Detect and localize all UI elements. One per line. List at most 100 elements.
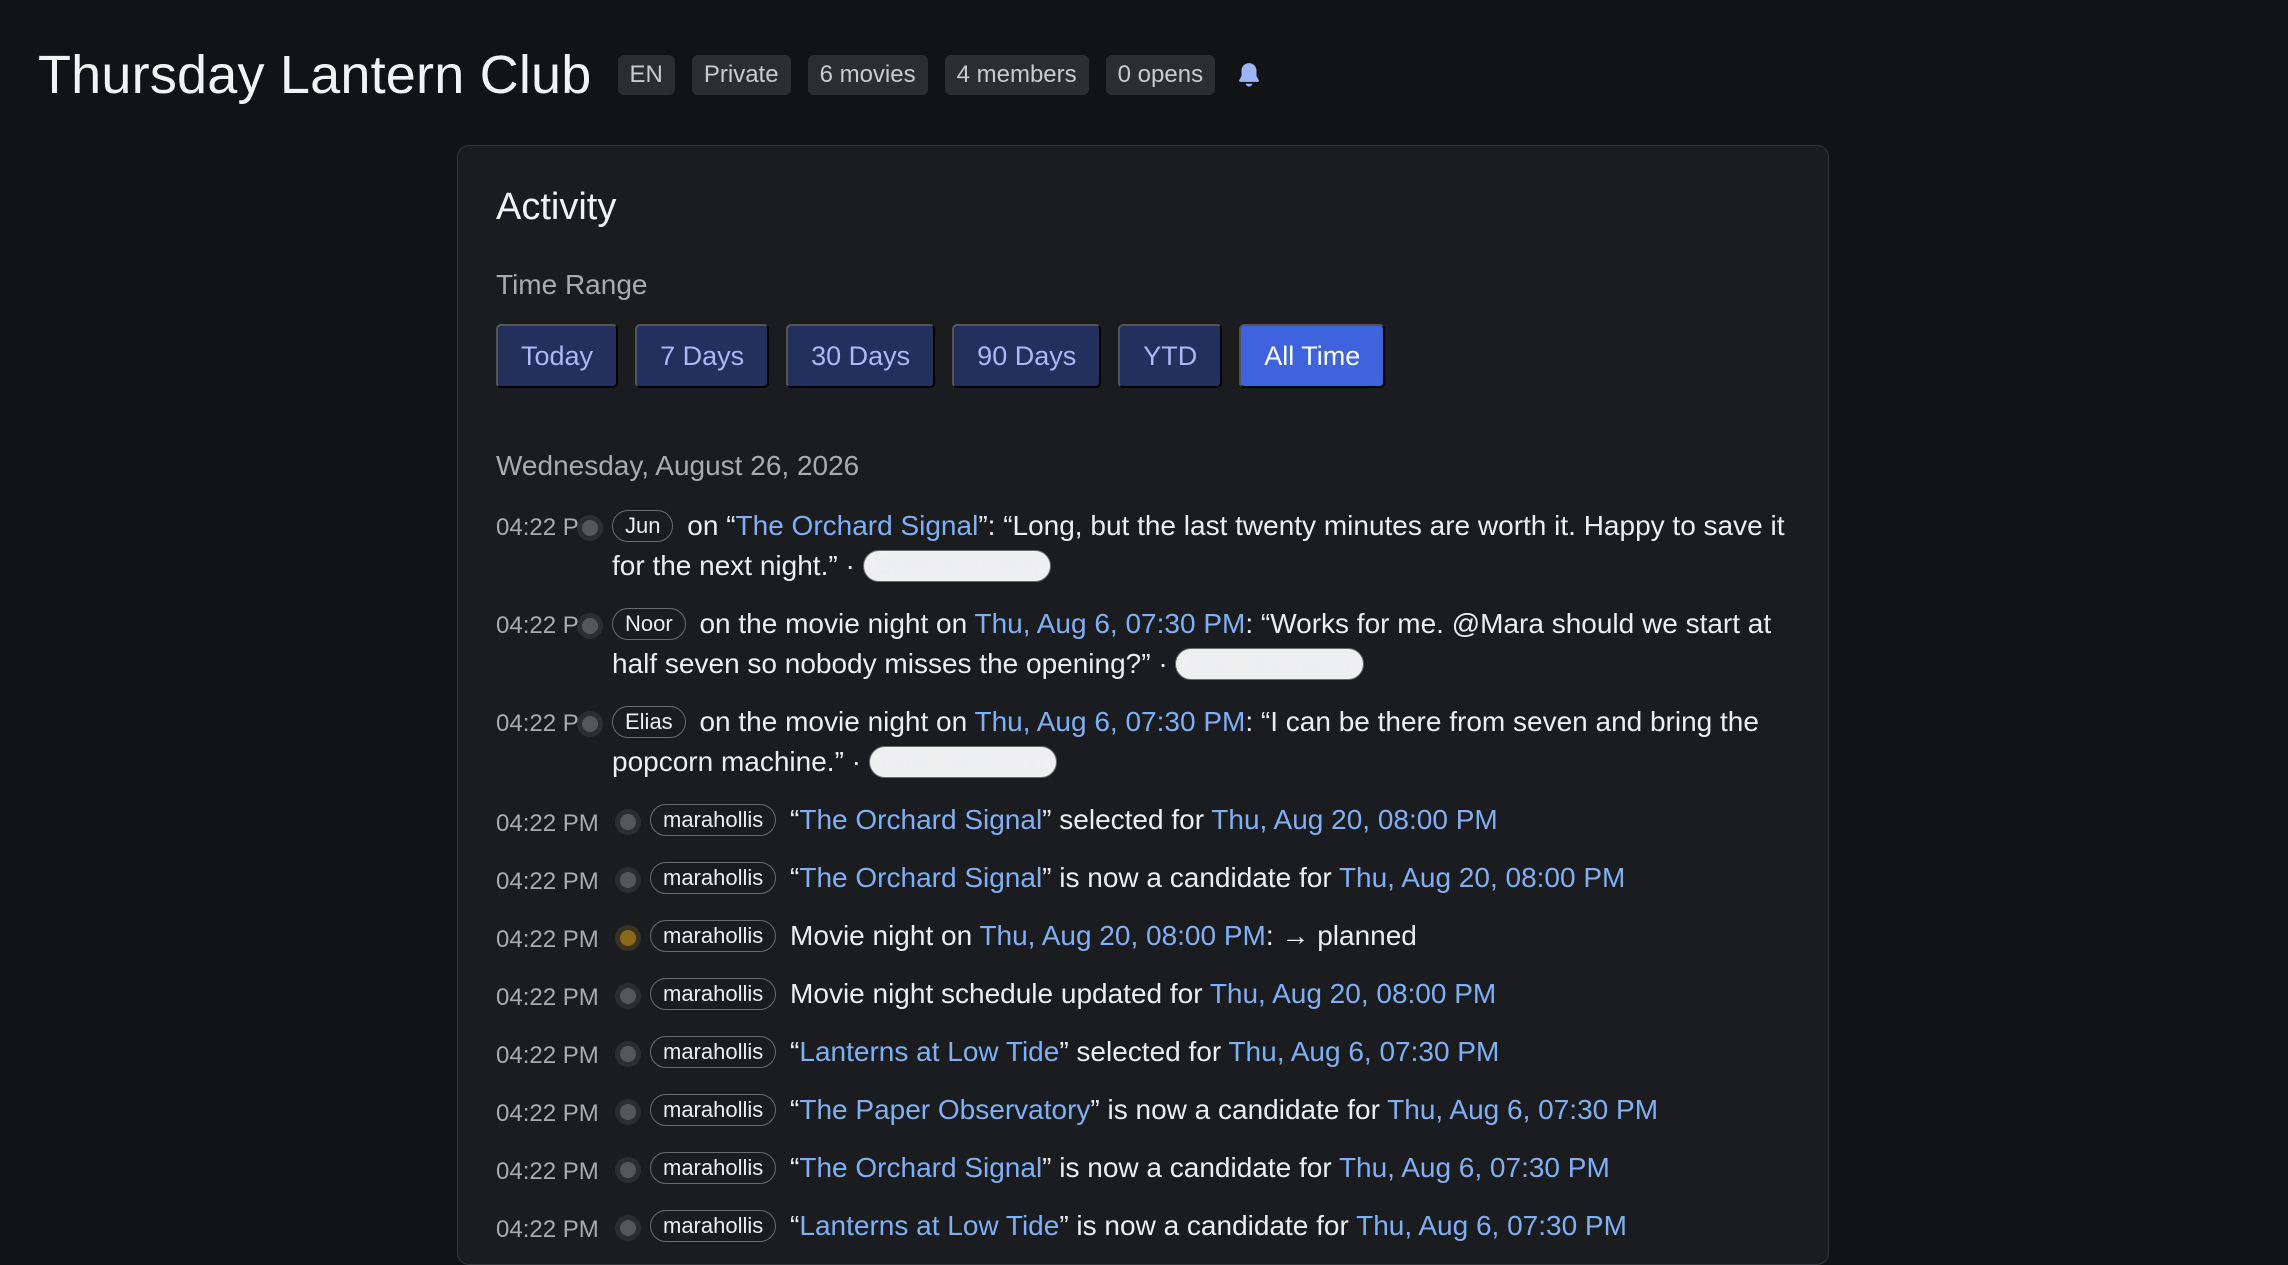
movie-night-link[interactable]: Thu, Aug 20, 08:00 PM <box>1211 804 1497 835</box>
range-7-days-button[interactable]: 7 Days <box>635 324 770 388</box>
movie-night-link[interactable]: Thu, Aug 6, 07:30 PM <box>974 706 1245 737</box>
activity-card: Activity Time Range Today 7 Days 30 Days… <box>457 145 1829 1265</box>
entry-text: marahollis Movie night schedule updated … <box>650 974 1790 1014</box>
entry-text-part: ” is now a candidate for <box>1090 1094 1388 1125</box>
entry-time: 04:22 PM <box>496 984 599 1011</box>
range-90-days-button[interactable]: 90 Days <box>952 324 1102 388</box>
entry-text: marahollis “The Paper Observatory” is no… <box>650 1090 1790 1130</box>
activity-entry: 04:22 PM Noor on the movie night on Thu,… <box>496 604 1790 684</box>
user-chip[interactable]: Elias <box>612 706 686 738</box>
movies-count-badge: 6 movies <box>807 55 928 95</box>
activity-entry: 04:22 PM marahollis “The Orchard Signal”… <box>496 1148 1790 1190</box>
entry-text-part: on the movie night on <box>691 706 975 737</box>
movie-night-link[interactable]: Thu, Aug 6, 07:30 PM <box>1339 1152 1610 1183</box>
movie-link[interactable]: The Orchard Signal <box>799 862 1042 893</box>
entry-text: Jun on “The Orchard Signal”: “Long, but … <box>612 506 1790 586</box>
event-dot-icon <box>620 1220 636 1236</box>
activity-feed: 04:22 PM Jun on “The Orchard Signal”: “L… <box>496 506 1790 1264</box>
activity-entry: 04:22 PM marahollis Movie night schedule… <box>496 974 1790 1016</box>
bell-icon[interactable] <box>1234 60 1264 90</box>
entry-text: marahollis “Lanterns at Low Tide” select… <box>650 1032 1790 1072</box>
entry-text-part: “ <box>782 862 800 893</box>
entry-time: 04:22 PM <box>496 810 599 837</box>
entry-time: 04:22 PM <box>496 612 599 639</box>
entry-text-part: “ <box>782 804 800 835</box>
entry-text-part: Movie night on <box>782 920 980 951</box>
entry-time: 04:22 PM <box>496 868 599 895</box>
entry-time: 04:22 PM <box>496 926 599 953</box>
language-badge: EN <box>617 55 675 95</box>
range-all-time-button[interactable]: All Time <box>1239 324 1386 388</box>
open-discussion-button[interactable]: Open discussion <box>862 550 1052 582</box>
user-chip[interactable]: marahollis <box>650 978 777 1010</box>
movie-link[interactable]: Lanterns at Low Tide <box>799 1036 1059 1067</box>
event-dot-icon <box>620 1046 636 1062</box>
user-chip[interactable]: marahollis <box>650 1152 777 1184</box>
event-dot-icon <box>620 988 636 1004</box>
entry-text: marahollis “The Orchard Signal” is now a… <box>650 1148 1790 1188</box>
status-dot-icon <box>620 930 636 946</box>
movie-night-link[interactable]: Thu, Aug 6, 07:30 PM <box>1356 1210 1627 1241</box>
entry-time: 04:22 PM <box>496 1216 599 1243</box>
entry-text: Elias on the movie night on Thu, Aug 6, … <box>612 702 1790 782</box>
movie-night-link[interactable]: Thu, Aug 6, 07:30 PM <box>1228 1036 1499 1067</box>
movie-link[interactable]: The Orchard Signal <box>799 1152 1042 1183</box>
movie-link[interactable]: Lanterns at Low Tide <box>799 1210 1059 1241</box>
entry-time: 04:22 PM <box>496 1042 599 1069</box>
entry-text: Noor on the movie night on Thu, Aug 6, 0… <box>612 604 1790 684</box>
user-chip[interactable]: marahollis <box>650 1094 777 1126</box>
user-chip[interactable]: Jun <box>612 510 674 542</box>
members-count-badge: 4 members <box>944 55 1089 95</box>
entry-text-part: : → planned <box>1265 920 1417 951</box>
date-heading: Wednesday, August 26, 2026 <box>496 450 860 481</box>
activity-entry: 04:22 PM marahollis “Lanterns at Low Tid… <box>496 1032 1790 1074</box>
range-today-button[interactable]: Today <box>496 324 619 388</box>
activity-entry: 04:22 PM Jun on “The Orchard Signal”: “L… <box>496 506 1790 586</box>
comment-dot-icon <box>582 520 598 536</box>
activity-entry: 04:22 PM Elias on the movie night on Thu… <box>496 702 1790 782</box>
user-chip[interactable]: marahollis <box>650 1036 777 1068</box>
movie-night-link[interactable]: Thu, Aug 20, 08:00 PM <box>1339 862 1625 893</box>
activity-entry: 04:22 PM marahollis “The Orchard Signal”… <box>496 800 1790 842</box>
entry-text-part: “ <box>782 1036 800 1067</box>
event-dot-icon <box>620 872 636 888</box>
time-range-selector: Today 7 Days 30 Days 90 Days YTD All Tim… <box>496 324 1402 388</box>
movie-night-link[interactable]: Thu, Aug 20, 08:00 PM <box>1210 978 1496 1009</box>
open-discussion-button[interactable]: Open discussion <box>1175 648 1365 680</box>
user-chip[interactable]: marahollis <box>650 1210 777 1242</box>
entry-time: 04:22 PM <box>496 1158 599 1185</box>
user-chip[interactable]: Noor <box>612 608 686 640</box>
event-dot-icon <box>620 1162 636 1178</box>
user-chip[interactable]: marahollis <box>650 804 777 836</box>
entry-text-part: on “ <box>679 510 736 541</box>
open-discussion-button[interactable]: Open discussion <box>868 746 1058 778</box>
range-ytd-button[interactable]: YTD <box>1118 324 1223 388</box>
movie-night-link[interactable]: Thu, Aug 20, 08:00 PM <box>979 920 1265 951</box>
time-range-label: Time Range <box>496 269 648 300</box>
event-dot-icon <box>620 1104 636 1120</box>
user-chip[interactable]: marahollis <box>650 920 777 952</box>
entry-text-part: Movie night schedule updated for <box>782 978 1210 1009</box>
entry-text-part: on the movie night on <box>691 608 975 639</box>
entry-text-part: “ <box>782 1210 800 1241</box>
entry-text-part: ” is now a candidate for <box>1042 1152 1339 1183</box>
event-dot-icon <box>620 814 636 830</box>
opens-count-badge: 0 opens <box>1105 55 1216 95</box>
comment-dot-icon <box>582 618 598 634</box>
range-30-days-button[interactable]: 30 Days <box>786 324 936 388</box>
activity-entry: 04:22 PM marahollis “The Orchard Signal”… <box>496 858 1790 900</box>
entry-text-part: “ <box>782 1152 800 1183</box>
movie-link[interactable]: The Orchard Signal <box>799 804 1042 835</box>
privacy-badge: Private <box>691 55 791 95</box>
activity-entry: 04:22 PM marahollis Movie night on Thu, … <box>496 916 1790 958</box>
movie-link[interactable]: The Orchard Signal <box>736 510 979 541</box>
user-chip[interactable]: marahollis <box>650 862 777 894</box>
entry-text-part: ” selected for <box>1059 1036 1229 1067</box>
movie-night-link[interactable]: Thu, Aug 6, 07:30 PM <box>1387 1094 1658 1125</box>
entry-text-part: ” is now a candidate for <box>1059 1210 1357 1241</box>
entry-text: marahollis “Lanterns at Low Tide” is now… <box>650 1206 1790 1246</box>
movie-night-link[interactable]: Thu, Aug 6, 07:30 PM <box>974 608 1245 639</box>
entry-text: marahollis “The Orchard Signal” is now a… <box>650 858 1790 898</box>
entry-text-part: ” selected for <box>1042 804 1212 835</box>
movie-link[interactable]: The Paper Observatory <box>799 1094 1090 1125</box>
